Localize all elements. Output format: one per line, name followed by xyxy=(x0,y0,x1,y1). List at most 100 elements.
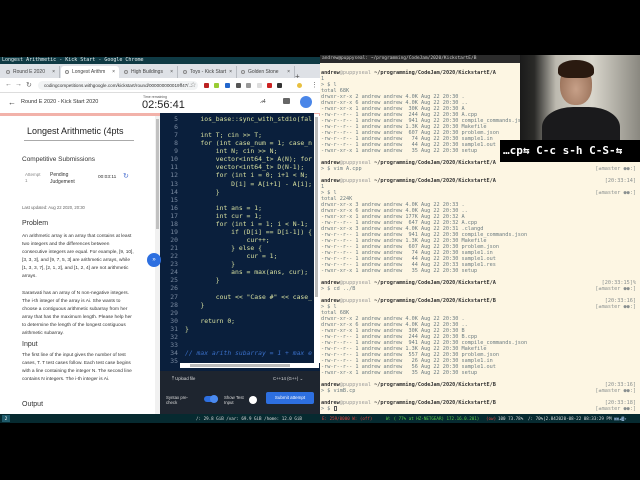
forward-icon[interactable]: → xyxy=(15,81,22,88)
extension-icon[interactable] xyxy=(257,83,262,88)
vpn-status: (ow) xyxy=(486,416,497,421)
code-line[interactable]: 32 xyxy=(160,333,185,341)
code-line[interactable]: 22 cur = 1; xyxy=(160,252,277,260)
code-line[interactable]: 25 } xyxy=(160,276,219,284)
code-text: int T; cin >> T; xyxy=(185,131,262,140)
code-editor[interactable]: 5 ios_base::sync_with_stdio(fal 6 7 int T;… xyxy=(160,113,314,363)
code-line[interactable]: 14 } xyxy=(160,187,219,196)
extension-icon[interactable] xyxy=(225,83,230,88)
submission-status: Pending Judgement xyxy=(50,172,75,185)
code-line[interactable]: 12 for (int i = 0; i+1 < N; xyxy=(160,171,308,179)
code-line[interactable]: 21 } else { xyxy=(160,244,262,252)
tab-high-buildings[interactable]: High Buildings × xyxy=(120,66,178,78)
code-line[interactable]: 5 ios_base::sync_with_stdio(fal xyxy=(160,115,312,123)
code-line[interactable]: 31} xyxy=(160,325,189,333)
code-line[interactable]: 11 vector<int64_t> D(N-1); xyxy=(160,163,304,171)
code-text: int ans = 1; xyxy=(185,203,262,212)
code-text: // max arith subarray = 1 + max e xyxy=(185,349,312,358)
code-text: vector<int64_t> D(N-1); xyxy=(185,163,305,172)
code-line[interactable]: 9 int N; cin >> N; xyxy=(160,147,277,155)
close-tab-icon[interactable]: × xyxy=(52,66,55,78)
code-line[interactable]: 18 for (int i = 1; i < N-1; xyxy=(160,220,308,228)
problem-heading: Problem xyxy=(22,220,49,227)
close-tab-icon[interactable]: × xyxy=(229,66,232,78)
code-line[interactable]: 10 vector<int64_t> A(N); for xyxy=(160,155,312,163)
profile-icon[interactable] xyxy=(297,83,302,88)
editor-hscroll-thumb[interactable] xyxy=(190,364,290,367)
tab-label: Toys - Kick Start xyxy=(190,69,227,75)
line-number: 20 xyxy=(170,236,178,245)
load-status: /: 70%|2.84 xyxy=(528,416,556,421)
toolbar: ← → ↻ codingcompetitions.withgoogle.com/… xyxy=(0,78,320,93)
show-test-input-toggle[interactable] xyxy=(249,396,257,404)
extension-icon[interactable] xyxy=(214,83,219,88)
workspace-button[interactable]: 2 xyxy=(2,415,10,422)
language-select[interactable]: C++14 (G++) ⌄ xyxy=(273,376,303,382)
close-tab-icon[interactable]: × xyxy=(170,66,173,78)
code-line[interactable]: 30 return 0; xyxy=(160,317,235,325)
editor-scrollbar-thumb[interactable] xyxy=(315,117,318,297)
page-header: ← Round E 2020 - Kick Start 2020 Time re… xyxy=(0,93,320,113)
code-line[interactable]: 17 int cur = 1; xyxy=(160,212,262,220)
tab-label: Round E 2020 xyxy=(13,69,45,75)
code-line[interactable]: 29 xyxy=(160,309,185,317)
extension-icon[interactable] xyxy=(246,83,251,88)
collapse-panel-button[interactable]: » xyxy=(147,253,161,267)
code-line[interactable]: 19 if (D[i] == D[i-1]) { xyxy=(160,228,312,236)
line-number: 8 xyxy=(174,139,178,148)
line-number: 35 xyxy=(170,357,178,363)
round-title[interactable]: Round E 2020 - Kick Start 2020 xyxy=(21,99,98,105)
extension-icon[interactable] xyxy=(267,83,272,88)
refresh-icon[interactable]: ↻ xyxy=(123,172,129,180)
line-number: 13 xyxy=(170,179,178,188)
tab-golden-stone[interactable]: Golden Stone × xyxy=(237,66,295,78)
menu-icon[interactable]: ⋮ xyxy=(311,81,318,89)
scoreboard-icon[interactable]: ⩘4 xyxy=(260,99,266,105)
address-bar[interactable]: codingcompetitions.withgoogle.com/kickst… xyxy=(38,81,198,90)
code-line[interactable]: 7 int T; cin >> T; xyxy=(160,131,262,139)
avatar[interactable] xyxy=(300,96,312,108)
code-line[interactable]: 8 for (int case_num = 1; case_n xyxy=(160,139,312,147)
code-line[interactable]: 27 cout << "Case #" << case_ xyxy=(160,293,312,301)
line-number: 12 xyxy=(170,171,178,180)
code-line[interactable]: 26 xyxy=(160,284,185,292)
syntax-precheck-toggle[interactable] xyxy=(204,395,218,403)
code-line[interactable]: 24 ans = max(ans, cur); xyxy=(160,268,308,276)
close-tab-icon[interactable]: × xyxy=(112,66,115,78)
tab-round-e[interactable]: Round E 2020 × xyxy=(2,66,60,78)
extensions-puzzle-icon[interactable] xyxy=(277,83,282,88)
code-line[interactable]: 34 // max arith subarray = 1 + max e xyxy=(160,349,312,357)
submit-attempt-button[interactable]: Submit attempt xyxy=(266,392,314,404)
code-text: return 0; xyxy=(185,316,236,325)
tab-longest-arithmetic[interactable]: Longest Arithm × xyxy=(61,66,119,78)
code-line[interactable]: 20 cur++; xyxy=(160,236,269,245)
code-text: D[i] = A[i+1] - A[i]; xyxy=(185,179,312,188)
line-number: 14 xyxy=(170,187,178,196)
code-line[interactable]: 28 } xyxy=(160,301,204,309)
line-number: 7 xyxy=(174,131,178,140)
problem-paragraph: Sarasvati has an array of N non-negative… xyxy=(22,291,132,337)
tab-toys[interactable]: Toys - Kick Start × xyxy=(179,66,237,78)
disk-usage: /: 29.8 GiB /var: 69.9 GiB /home: 12.0 G… xyxy=(196,416,302,421)
tray-icons[interactable]: ▣▣◢◙✦ xyxy=(614,414,627,423)
code-line[interactable]: 16 int ans = 1; xyxy=(160,204,262,212)
upload-label: Upload file xyxy=(175,376,196,381)
extension-icon[interactable] xyxy=(204,83,209,88)
favicon-icon xyxy=(124,69,128,74)
code-line[interactable]: 33 xyxy=(160,341,185,349)
problem-scrollbar-thumb[interactable] xyxy=(156,119,159,229)
extension-icon[interactable] xyxy=(236,83,241,88)
code-line[interactable]: 23 } xyxy=(160,260,235,268)
back-icon[interactable]: ← xyxy=(5,81,12,88)
bookmark-star-icon[interactable]: ☆ xyxy=(190,81,196,89)
reload-icon[interactable]: ↻ xyxy=(26,81,32,89)
chat-icon[interactable] xyxy=(283,98,290,104)
person-hair xyxy=(558,60,594,78)
code-text: vector<int64_t> A(N); for xyxy=(185,155,312,164)
code-line[interactable]: 15 xyxy=(160,196,185,204)
close-tab-icon[interactable]: × xyxy=(287,66,290,78)
back-arrow-icon[interactable]: ← xyxy=(8,98,16,107)
code-line[interactable]: 6 xyxy=(160,123,185,131)
code-line[interactable]: 13 D[i] = A[i+1] - A[i]; xyxy=(160,180,312,188)
upload-file-button[interactable]: ⤒ Upload file xyxy=(172,376,195,381)
